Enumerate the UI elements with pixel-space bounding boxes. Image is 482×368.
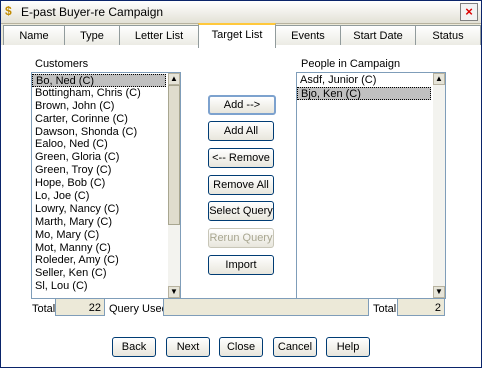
list-item[interactable]: Green, Troy (C) <box>32 164 166 177</box>
remove-all-button[interactable]: Remove All <box>208 175 274 195</box>
list-item[interactable]: Lo, Joe (C) <box>32 190 166 203</box>
select-query-button[interactable]: Select Query <box>208 201 274 221</box>
tab-start-date[interactable]: Start Date <box>340 25 416 46</box>
tab-events[interactable]: Events <box>275 25 341 46</box>
campaign-total-label: Total <box>373 303 397 315</box>
customers-list[interactable]: Bo, Ned (C) Bottingham, Chris (C) Brown, J… <box>31 72 181 299</box>
list-item[interactable]: Green, Gloria (C) <box>32 151 166 164</box>
window-title: E-past Buyer-re Campaign <box>21 5 164 19</box>
list-item[interactable]: Brown, John (C) <box>32 100 166 113</box>
target-list-panel: Customers Bo, Ned (C) Bottingham, Chris (… <box>1 45 481 367</box>
close-icon: × <box>465 4 473 19</box>
tab-name[interactable]: Name <box>3 25 65 46</box>
scroll-up-icon[interactable]: ▲ <box>433 73 445 85</box>
list-item[interactable]: Mo, Mary (C) <box>32 229 166 242</box>
list-item[interactable]: Bo, Ned (C) <box>32 74 166 87</box>
scroll-down-icon[interactable]: ▼ <box>433 286 445 298</box>
query-used-field <box>163 298 369 316</box>
back-button[interactable]: Back <box>112 337 156 357</box>
add-button[interactable]: Add --> <box>208 95 276 115</box>
rerun-query-button: Rerun Query <box>208 228 274 248</box>
list-item[interactable]: Hope, Bob (C) <box>32 177 166 190</box>
add-all-button[interactable]: Add All <box>208 121 274 141</box>
tab-letter-list[interactable]: Letter List <box>119 25 199 46</box>
title-bar: $ E-past Buyer-re Campaign × <box>1 1 481 24</box>
list-item[interactable]: Mot, Manny (C) <box>32 242 166 255</box>
list-item[interactable]: Dawson, Shonda (C) <box>32 126 166 139</box>
close-button[interactable]: Close <box>219 337 263 357</box>
cancel-button[interactable]: Cancel <box>273 337 317 357</box>
customers-total-label: Total <box>32 303 56 315</box>
campaign-total-field: 2 <box>397 298 445 316</box>
campaign-list[interactable]: Asdf, Junior (C) Bjo, Ken (C) ▲ ▼ <box>296 72 446 299</box>
list-item[interactable]: Ealoo, Ned (C) <box>32 138 166 151</box>
list-item[interactable]: Lowry, Nancy (C) <box>32 203 166 216</box>
list-item[interactable]: Bottingham, Chris (C) <box>32 87 166 100</box>
list-item[interactable]: Roleder, Amy (C) <box>32 254 166 267</box>
customers-scrollbar[interactable]: ▲ ▼ <box>168 73 180 298</box>
remove-button[interactable]: <-- Remove <box>208 148 274 168</box>
tab-strip: Name Type Letter List Target List Events… <box>1 23 481 48</box>
list-item[interactable]: Bjo, Ken (C) <box>297 86 431 100</box>
help-button[interactable]: Help <box>326 337 370 357</box>
next-button[interactable]: Next <box>166 337 210 357</box>
people-in-campaign-label: People in Campaign <box>301 58 401 70</box>
campaign-window: $ E-past Buyer-re Campaign × Name Type L… <box>0 0 482 368</box>
list-item[interactable]: Carter, Corinne (C) <box>32 113 166 126</box>
scroll-down-icon[interactable]: ▼ <box>168 286 180 298</box>
scroll-thumb[interactable] <box>168 85 180 225</box>
list-item[interactable]: Marth, Mary (C) <box>32 216 166 229</box>
query-used-label: Query Used <box>109 303 168 315</box>
import-button[interactable]: Import <box>208 255 274 275</box>
tab-status[interactable]: Status <box>415 25 481 46</box>
list-item[interactable]: Seller, Ken (C) <box>32 267 166 280</box>
customers-total-field: 22 <box>55 298 105 316</box>
campaign-scrollbar[interactable]: ▲ ▼ <box>433 73 445 298</box>
tab-type[interactable]: Type <box>64 25 120 46</box>
scroll-up-icon[interactable]: ▲ <box>168 73 180 85</box>
list-item[interactable]: Sl, Lou (C) <box>32 280 166 293</box>
tab-target-list[interactable]: Target List <box>198 23 276 48</box>
list-item[interactable]: Asdf, Junior (C) <box>297 74 431 87</box>
dollar-icon: $ <box>5 4 12 18</box>
close-window-button[interactable]: × <box>460 3 478 21</box>
customers-label: Customers <box>35 58 89 70</box>
